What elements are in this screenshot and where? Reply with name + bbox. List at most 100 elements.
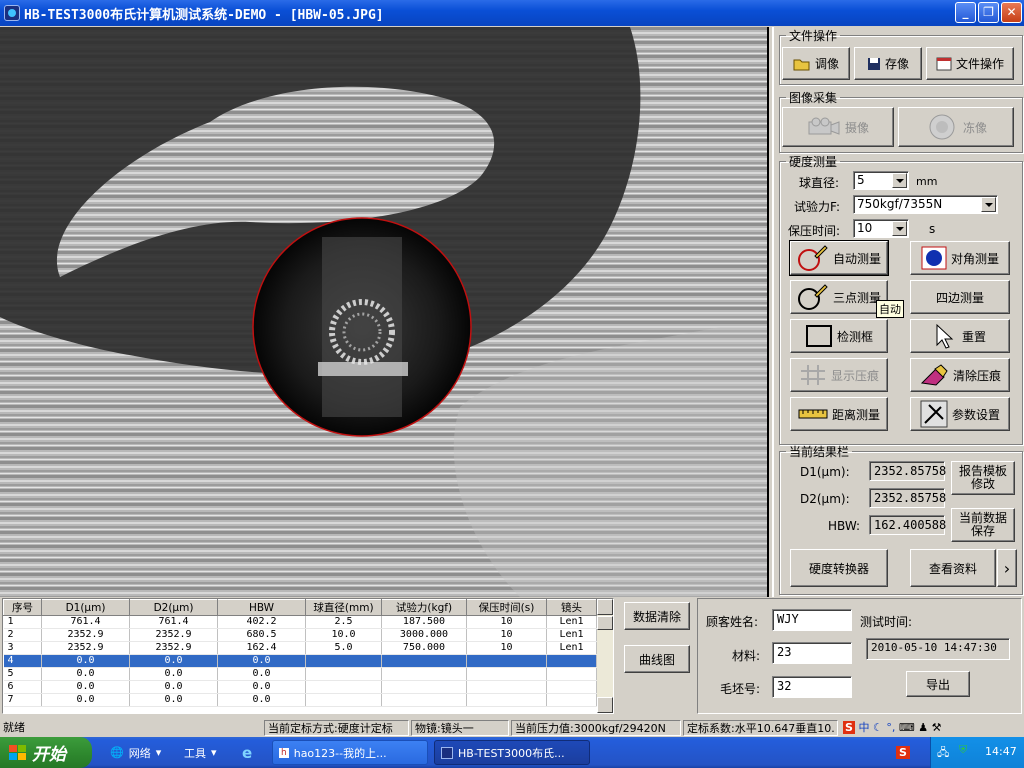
- diagonal-measure-button[interactable]: 对角测量: [910, 241, 1010, 275]
- parameter-settings-button[interactable]: 参数设置: [910, 397, 1010, 431]
- chevron-down-icon[interactable]: [892, 221, 907, 236]
- detection-box-button[interactable]: 检测框: [790, 319, 888, 353]
- more-button[interactable]: ›: [997, 549, 1017, 587]
- person-icon[interactable]: ♟: [918, 721, 928, 734]
- table-row[interactable]: 2 2352.9 2352.9 680.5 10.0 3000.000 10 Len1: [3, 628, 597, 642]
- ime-toolbar[interactable]: S 中 ☾ °, ⌨ ♟ ⚒: [840, 720, 1024, 736]
- export-button[interactable]: 导出: [906, 671, 970, 697]
- close-button[interactable]: ✕: [1001, 2, 1022, 23]
- moon-icon[interactable]: ☾: [873, 721, 883, 734]
- clear-data-button[interactable]: 数据清除: [624, 602, 690, 630]
- start-button[interactable]: 开始: [0, 737, 92, 768]
- taskbar-item-browser[interactable]: h hao123--我的上...: [272, 740, 428, 765]
- camera-button[interactable]: 摄像: [782, 107, 894, 147]
- table-row[interactable]: 4 0.0 0.0 0.0: [3, 654, 597, 668]
- file-operations-label: 文件操作: [955, 57, 1004, 71]
- table-cell: 750.000: [381, 641, 467, 655]
- save-current-data-button[interactable]: 当前数据 保存: [951, 508, 1015, 542]
- blank-number-input[interactable]: 32: [772, 676, 852, 698]
- restore-button[interactable]: ❐: [978, 2, 999, 23]
- specimen-image: [0, 27, 767, 597]
- chevron-down-icon[interactable]: [981, 197, 996, 212]
- scroll-up-icon[interactable]: [597, 599, 613, 615]
- column-header[interactable]: D2(μm): [129, 599, 218, 616]
- ball-diameter-select[interactable]: 5: [853, 171, 909, 190]
- d2-value: 2352.85758: [869, 488, 946, 508]
- table-cell: 2352.9: [41, 641, 130, 655]
- d2-label: D2(μm):: [800, 492, 850, 506]
- column-header[interactable]: D1(μm): [41, 599, 130, 616]
- table-cell: 0.0: [41, 693, 130, 707]
- table-row[interactable]: 7 0.0 0.0 0.0: [3, 693, 597, 707]
- freeze-frame-icon: [929, 114, 955, 140]
- measurement-table[interactable]: 序号 D1(μm) D2(μm) HBW 球直径(mm) 试验力(kgf) 保压时间(s) 镜…: [2, 598, 614, 714]
- shield-icon[interactable]: ⛨: [959, 743, 967, 757]
- clock[interactable]: 14:47: [985, 745, 1017, 758]
- clear-indent-button[interactable]: 清除压痕: [910, 358, 1010, 392]
- force-select[interactable]: 750kgf/7355N: [853, 195, 998, 214]
- table-cell: 0.0: [217, 693, 306, 707]
- open-image-button[interactable]: 调像: [782, 47, 850, 80]
- column-header[interactable]: HBW: [217, 599, 306, 616]
- minimize-button[interactable]: _: [955, 2, 976, 23]
- four-side-measure-button[interactable]: 四边测量: [910, 280, 1010, 314]
- show-indent-label: 显示压痕: [830, 368, 879, 383]
- auto-measure-button[interactable]: 自动测量: [789, 240, 889, 276]
- chevron-right-icon: ›: [1003, 558, 1011, 578]
- table-row[interactable]: 5 0.0 0.0 0.0: [3, 667, 597, 681]
- distance-measure-button[interactable]: 距离测量: [790, 397, 888, 431]
- table-cell: 3: [3, 641, 42, 655]
- network-label: 网络: [128, 746, 151, 760]
- tools-toolbar[interactable]: 工具 ▾: [178, 740, 238, 765]
- chevron-down-icon[interactable]: [892, 173, 907, 188]
- table-row[interactable]: 6 0.0 0.0 0.0: [3, 680, 597, 694]
- save-image-button[interactable]: 存像: [854, 47, 922, 80]
- column-header[interactable]: 试验力(kgf): [381, 599, 467, 616]
- keyboard-icon[interactable]: ⌨: [899, 721, 915, 734]
- reset-button[interactable]: 重置: [910, 319, 1010, 353]
- material-input[interactable]: 23: [772, 642, 852, 664]
- show-indent-button[interactable]: 显示压痕: [790, 358, 888, 392]
- table-cell: 0.0: [41, 654, 130, 668]
- freeze-label: 冻像: [962, 120, 987, 135]
- sogou-tray-icon[interactable]: S: [890, 740, 920, 765]
- status-lens: 物镜:镜头一: [411, 720, 509, 736]
- table-row[interactable]: 3 2352.9 2352.9 162.4 5.0 750.000 10 Len1: [3, 641, 597, 655]
- punctuation-icon[interactable]: °,: [886, 721, 895, 734]
- network-status-icon[interactable]: 🖧: [937, 744, 949, 763]
- table-scrollbar[interactable]: [597, 599, 613, 713]
- table-cell: 2352.9: [129, 628, 218, 642]
- ie-icon[interactable]: e: [236, 740, 264, 765]
- view-docs-label: 查看资料: [928, 561, 977, 576]
- file-operations-button[interactable]: 文件操作: [926, 47, 1014, 80]
- customer-name-input[interactable]: WJY: [772, 609, 852, 631]
- freeze-button[interactable]: 冻像: [898, 107, 1014, 147]
- table-cell: 0.0: [129, 680, 218, 694]
- ime-chinese-icon[interactable]: 中: [858, 721, 869, 734]
- report-template-button[interactable]: 报告模板 修改: [951, 461, 1015, 495]
- view-docs-button[interactable]: 查看资料: [910, 549, 996, 587]
- network-toolbar[interactable]: 🌐 网络 ▾: [104, 740, 178, 765]
- column-header[interactable]: 镜头: [546, 599, 597, 616]
- sogou-icon[interactable]: S: [843, 721, 855, 734]
- table-row[interactable]: 1 761.4 761.4 402.2 2.5 187.500 10 Len1: [3, 615, 597, 629]
- sogou-icon: S: [896, 746, 910, 759]
- ruler-icon: [798, 409, 828, 419]
- wrench-icon[interactable]: ⚒: [932, 721, 942, 734]
- table-cell: [305, 667, 382, 681]
- column-header[interactable]: 保压时间(s): [466, 599, 547, 616]
- column-header[interactable]: 序号: [3, 599, 42, 616]
- dwell-time-select[interactable]: 10: [853, 219, 909, 238]
- taskbar-item-app[interactable]: HB-TEST3000布氏...: [434, 740, 590, 765]
- image-viewport[interactable]: [0, 27, 769, 597]
- chevron-down-icon: ▾: [155, 746, 162, 759]
- hbw-value: 162.400588: [869, 515, 946, 535]
- column-header[interactable]: 球直径(mm): [305, 599, 382, 616]
- taskbar-item-app-label: HB-TEST3000布氏...: [458, 746, 565, 760]
- table-cell: 761.4: [41, 615, 130, 629]
- three-point-measure-button[interactable]: 三点测量: [790, 280, 888, 314]
- hardness-converter-button[interactable]: 硬度转换器: [790, 549, 888, 587]
- curve-chart-button[interactable]: 曲线图: [624, 645, 690, 673]
- scroll-thumb[interactable]: [597, 616, 613, 630]
- scroll-down-icon[interactable]: [597, 697, 613, 713]
